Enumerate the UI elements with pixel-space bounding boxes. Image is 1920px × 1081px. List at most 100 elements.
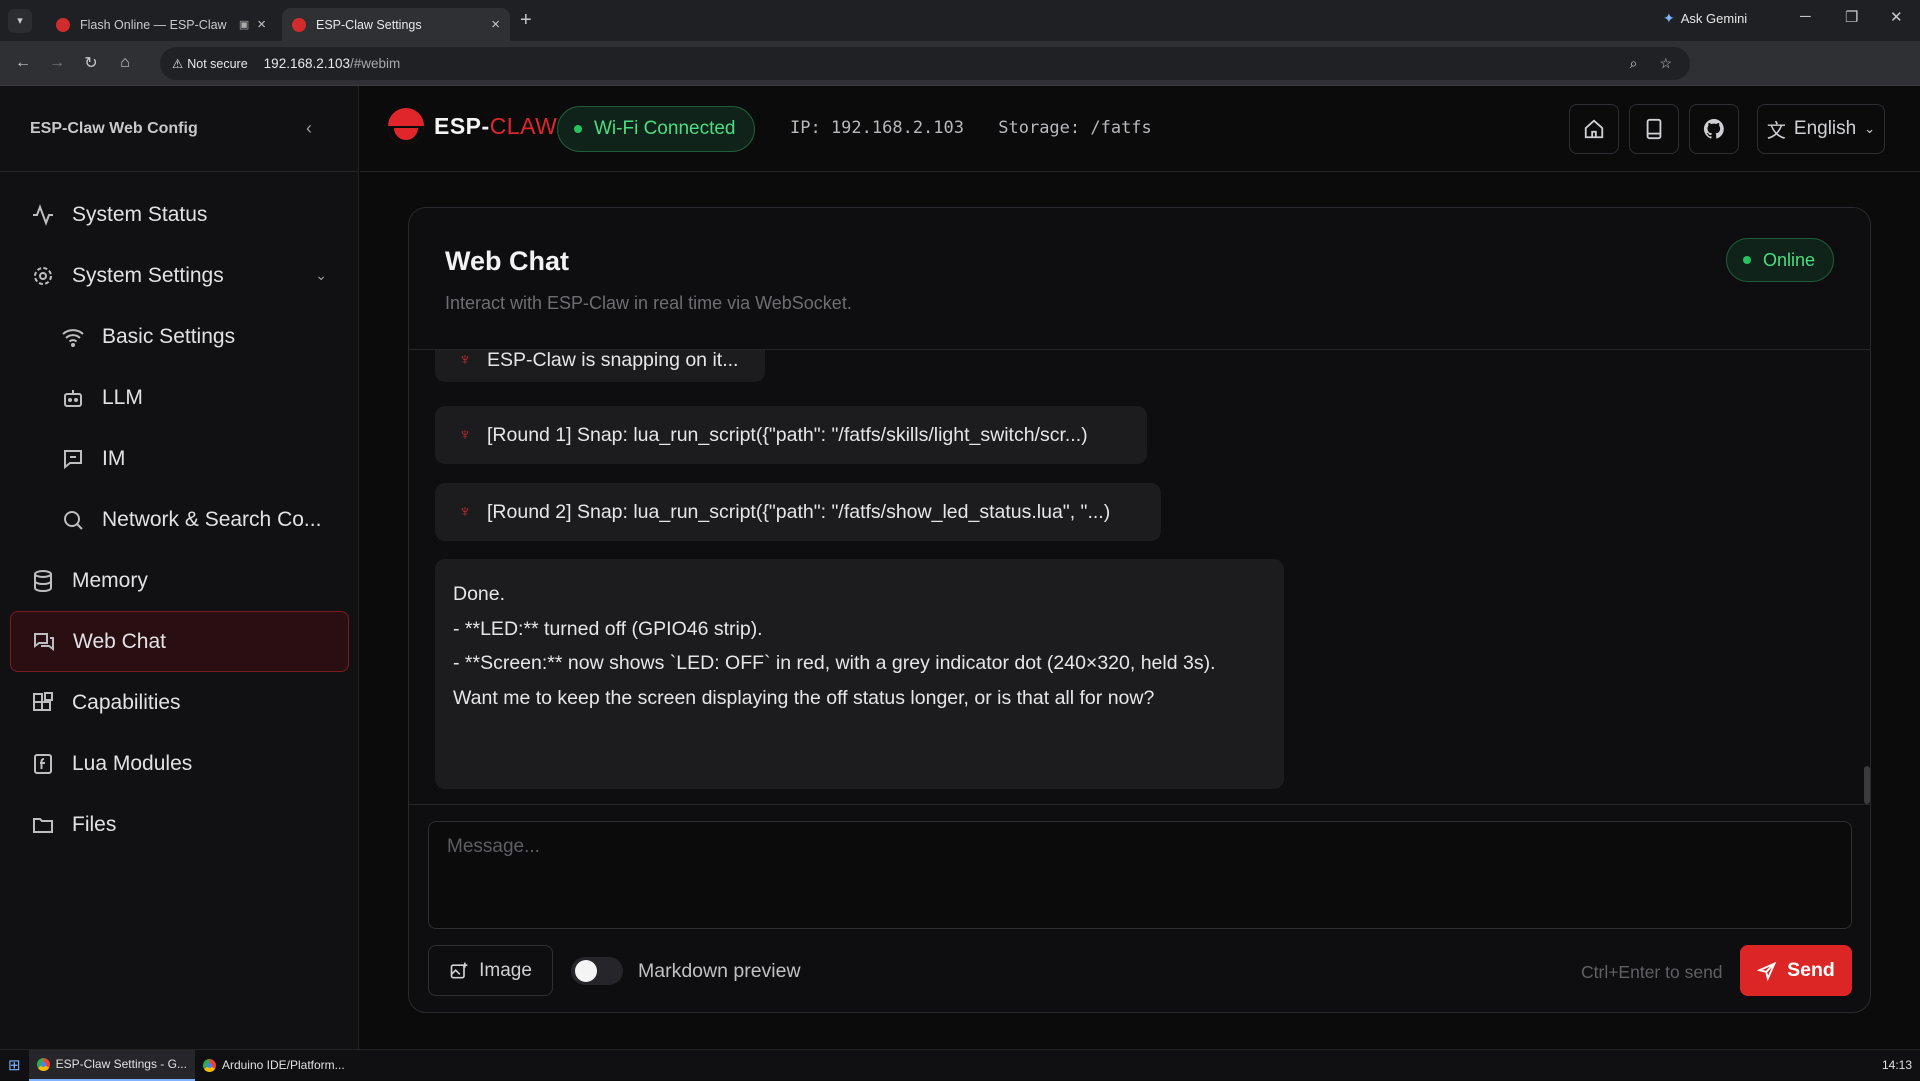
page-title: Web Chat (445, 246, 570, 276)
sidebar-item-label: Network & Search Co... (102, 507, 322, 531)
chat-icon (31, 629, 57, 655)
zoom-icon[interactable]: ⌕ (1630, 55, 1638, 72)
sidebar-item-network-search[interactable]: Network & Search Co... (10, 489, 349, 550)
espclaw-logo[interactable]: ESP-CLAW (388, 108, 557, 144)
bot-icon (60, 385, 86, 411)
status-message-text: [Round 1] Snap: lua_run_script({"path": … (487, 423, 1088, 446)
tab-search-button[interactable]: ▾ (8, 8, 32, 33)
gear-icon (30, 263, 56, 289)
device-button[interactable] (1629, 104, 1679, 154)
claw-emoji-icon: ♆ (458, 425, 472, 444)
language-select[interactable]: 文 English ⌄ (1757, 104, 1885, 154)
github-button[interactable] (1689, 104, 1739, 154)
sidebar-item-lua-modules[interactable]: Lua Modules (10, 733, 349, 794)
taskbar-item-label: Arduino IDE/Platform... (221, 1058, 345, 1072)
not-secure-label: Not secure (187, 56, 248, 71)
folder-icon (30, 812, 56, 838)
reload-icon[interactable]: ↻ (80, 52, 102, 74)
chevron-down-icon: ⌄ (315, 267, 327, 283)
sidebar-item-label: Lua Modules (72, 751, 193, 775)
translate-icon: 文 (1766, 120, 1786, 142)
sidebar-item-llm[interactable]: LLM (10, 367, 349, 428)
message-input[interactable] (428, 821, 1852, 929)
sidebar-item-label: LLM (102, 385, 143, 409)
logo-claw: CLAW (489, 112, 558, 139)
sidebar-header: ESP-Claw Web Config (0, 86, 358, 172)
not-secure-badge[interactable]: ⚠ Not secure (172, 56, 248, 72)
sidebar-item-basic-settings[interactable]: Basic Settings (10, 306, 349, 367)
ask-gemini-button[interactable]: ✦ Ask Gemini (1663, 10, 1747, 27)
claw-logo-icon (388, 108, 424, 144)
send-button-label: Send (1787, 959, 1835, 981)
sidebar-item-label: Files (72, 812, 117, 836)
collapse-sidebar-icon[interactable]: ‹ (306, 118, 312, 139)
send-shortcut-hint: Ctrl+Enter to send (1581, 962, 1723, 982)
taskbar-item-label: ESP-Claw Settings - G... (55, 1057, 187, 1071)
bookmark-star-icon[interactable]: ☆ (1659, 55, 1672, 72)
language-label: English (1793, 118, 1857, 139)
new-tab-icon[interactable]: + (520, 9, 532, 32)
sidebar-item-files[interactable]: Files (10, 794, 349, 855)
taskbar-clock: 14:13 (1881, 1058, 1912, 1072)
home-button[interactable] (1569, 104, 1619, 154)
address-bar[interactable]: ⚠ Not secure 192.168.2.103/#webim ⌕ ☆ (160, 47, 1690, 80)
sidebar-item-system-settings[interactable]: System Settings ⌄ (10, 245, 349, 306)
sidebar-item-system-status[interactable]: System Status (10, 184, 349, 245)
sidebar-item-label: Basic Settings (102, 324, 236, 348)
sidebar-item-im[interactable]: IM (10, 428, 349, 489)
restore-icon[interactable]: ❐ (1845, 8, 1858, 26)
ip-address: IP: 192.168.2.103 (790, 118, 964, 138)
espclaw-favicon-icon (56, 17, 70, 32)
wifi-status-badge: Wi-Fi Connected (557, 106, 755, 152)
sidebar-item-capabilities[interactable]: Capabilities (10, 672, 349, 733)
sidebar-item-label: Memory (72, 568, 148, 592)
url-text[interactable]: 192.168.2.103/#webim (264, 56, 401, 71)
message-list[interactable]: ♆ ESP-Claw is snapping on it... ♆ [Round… (409, 350, 1870, 804)
forward-icon[interactable]: → (46, 52, 68, 74)
tab-title: ESP-Claw Settings (316, 17, 422, 32)
browser-tab-flash-online[interactable]: Flash Online — ESP-Claw ▣ × (46, 8, 276, 41)
app-header: ESP-CLAW Wi-Fi Connected IP: 192.168.2.1… (360, 86, 1920, 172)
close-tab-icon[interactable]: × (257, 16, 266, 33)
chevron-down-icon: ⌄ (1864, 121, 1876, 136)
message-line: Want me to keep the screen displaying th… (453, 686, 1155, 709)
start-button[interactable]: ⊞ (0, 1050, 29, 1081)
sidebar-nav: System Status System Settings ⌄ Basic Se… (10, 184, 349, 855)
message-line: Done. (453, 583, 506, 605)
send-button[interactable]: Send (1740, 945, 1852, 996)
toggle-knob (575, 960, 597, 982)
sidebar-item-web-chat[interactable]: Web Chat (10, 611, 349, 672)
scrollbar-thumb[interactable] (1864, 766, 1870, 804)
sidebar-item-label: System Settings (72, 263, 224, 287)
browser-tab-strip: ▾ Flash Online — ESP-Claw ▣ × ESP-Claw S… (0, 0, 1920, 41)
browser-tab-settings[interactable]: ESP-Claw Settings × (282, 8, 510, 41)
minimize-icon[interactable]: ─ (1800, 8, 1811, 25)
status-dot-icon (1742, 256, 1751, 264)
wifi-icon (60, 324, 86, 350)
home-icon[interactable]: ⌂ (114, 52, 136, 74)
sidebar-item-label: System Status (72, 202, 208, 226)
warning-icon: ⚠ (172, 57, 184, 71)
taskbar-item-chrome[interactable]: ESP-Claw Settings - G... (28, 1049, 195, 1081)
tab-title: Flash Online — ESP-Claw (80, 17, 227, 32)
taskbar-item-chrome-arduino[interactable]: Arduino IDE/Platform... (195, 1050, 353, 1081)
back-icon[interactable]: ← (12, 52, 34, 74)
web-chat-card: Web Chat Interact with ESP-Claw in real … (408, 207, 1871, 1013)
close-window-icon[interactable]: ✕ (1890, 8, 1903, 26)
status-message: ♆ [Round 2] Snap: lua_run_script({"path"… (435, 483, 1161, 541)
chrome-icon (36, 1057, 50, 1071)
claw-emoji-icon: ♆ (458, 502, 472, 521)
close-tab-icon[interactable]: × (491, 16, 500, 33)
status-message-text: ESP-Claw is snapping on it... (487, 350, 739, 371)
home-icon (1584, 119, 1604, 139)
connection-status-badge: Online (1725, 238, 1834, 282)
markdown-preview-toggle[interactable] (571, 957, 623, 985)
url-path: /#webim (350, 56, 401, 71)
search-icon (60, 507, 86, 533)
card-header: Web Chat Interact with ESP-Claw in real … (409, 208, 1870, 350)
ask-gemini-label: Ask Gemini (1680, 11, 1748, 26)
status-message: ♆ ESP-Claw is snapping on it... (435, 350, 765, 382)
image-upload-button[interactable]: Image (428, 945, 553, 996)
sidebar-item-memory[interactable]: Memory (10, 550, 349, 611)
espclaw-favicon-icon (292, 17, 306, 32)
